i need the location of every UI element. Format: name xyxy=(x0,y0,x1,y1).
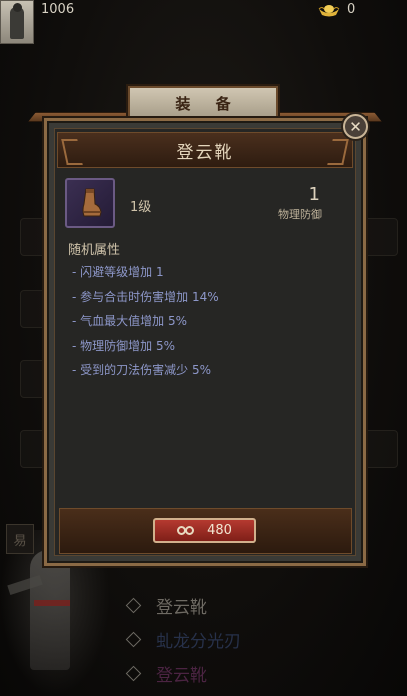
attribute-line: - 物理防御增加 5% xyxy=(72,338,175,353)
random-attributes-title: 随机属性 xyxy=(68,243,121,258)
attribute-line: - 参与合击时伤害增加 14% xyxy=(72,289,219,304)
ingot-count: 0 xyxy=(347,2,356,17)
list-item[interactable]: 登云靴 xyxy=(125,656,241,690)
list-item-label: 登云靴 xyxy=(156,597,207,618)
diamond-icon xyxy=(125,597,142,613)
coin-icon xyxy=(177,525,199,537)
diamond-icon xyxy=(125,665,142,681)
top-bar: 1006 0 xyxy=(0,0,407,44)
avatar[interactable] xyxy=(0,0,34,44)
title-band: 登云靴 xyxy=(57,132,353,168)
list-item-label: 登云靴 xyxy=(156,665,207,686)
price-label: 480 xyxy=(207,523,232,538)
tab-equipment[interactable]: 装 备 xyxy=(128,86,278,120)
diamond-icon xyxy=(125,631,142,647)
stat-value: 1 xyxy=(308,184,320,205)
attribute-line: - 气血最大值增加 5% xyxy=(72,314,187,328)
stat-name: 物理防御 xyxy=(278,208,322,221)
list-item[interactable]: 登云靴 xyxy=(125,588,241,622)
list-item-label: 虬龙分光刃 xyxy=(156,631,241,652)
item-icon[interactable] xyxy=(65,178,115,228)
close-button[interactable]: ✕ xyxy=(343,114,368,139)
boot-icon xyxy=(82,188,102,217)
equipment-list: 登云靴 虬龙分光刃 登云靴 xyxy=(125,588,241,690)
gold-ingot-icon xyxy=(318,5,340,17)
item-level: 1级 xyxy=(130,200,152,215)
attribute-list: - 闪避等级增加 1 - 参与合击时伤害增加 14% - 气血最大值增加 5% … xyxy=(72,263,219,386)
attribute-line: - 闪避等级增加 1 xyxy=(72,265,164,279)
coin-count: 1006 xyxy=(41,2,75,17)
item-title: 登云靴 xyxy=(176,142,234,163)
attribute-line: - 受到的刀法伤害减少 5% xyxy=(72,363,211,377)
buy-button[interactable]: 480 xyxy=(153,518,256,543)
list-item[interactable]: 虬龙分光刃 xyxy=(125,622,241,656)
side-tag[interactable]: 易 xyxy=(6,524,34,554)
